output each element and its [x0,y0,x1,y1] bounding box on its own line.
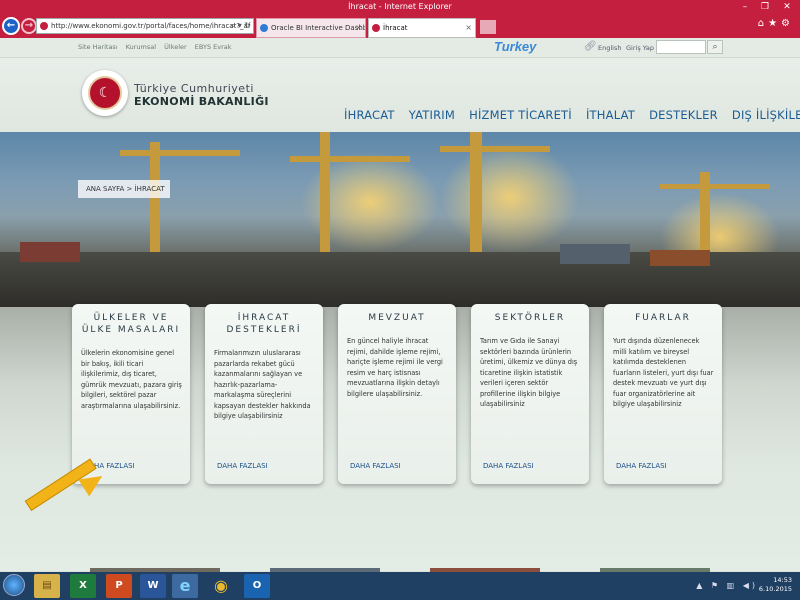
outlook-icon[interactable]: O [244,574,270,598]
org-name-line2: EKONOMİ BAKANLIĞI [134,95,269,108]
address-text: http://www.ekonomi.gov.tr/portal/faces/h… [51,22,251,30]
card-description: Yurt dışında düzenlenecek milli katılım … [613,337,714,408]
org-name-line1: Türkiye Cumhuriyeti [134,82,254,95]
powerpoint-icon[interactable]: P [106,574,132,598]
hero-port-image [0,132,800,307]
nav-ihracat[interactable]: İHRACAT [344,108,395,122]
back-button[interactable]: ← [2,17,20,35]
close-window-button[interactable]: ✕ [778,0,796,14]
site-search-input[interactable] [656,40,706,54]
tab-oracle-bi[interactable]: Oracle BI Interactive Dashboar... × [256,18,366,38]
address-bar[interactable]: http://www.ekonomi.gov.tr/portal/faces/h… [36,18,254,34]
new-tab-button[interactable] [480,20,496,34]
link-ulkeler[interactable]: Ülkeler [164,43,187,51]
card-fuarlar[interactable]: FUARLAR Yurt dışında düzenlenecek milli … [604,304,722,484]
crescent-star-icon: ☾ [88,76,122,110]
link-kurumsal[interactable]: Kurumsal [126,43,156,51]
chrome-icon[interactable]: ◉ [208,574,234,598]
clock-time: 14:53 [773,576,792,584]
ie-page-icon [260,24,268,32]
browser-navbar: ← → http://www.ekonomi.gov.tr/portal/fac… [0,14,800,38]
browser-toolbar-icons[interactable]: ⌂★⚙ [758,18,794,29]
site-favicon-icon [372,24,380,32]
excel-icon[interactable]: X [70,574,96,598]
more-link[interactable]: DAHA FAZLASI [350,462,401,470]
nav-hizmet-ticareti[interactable]: HİZMET TİCARETİ [469,108,572,122]
turkey-brand-logo[interactable]: Turkey [494,39,536,54]
tab-label: Oracle BI Interactive Dashboar... [271,24,366,32]
card-title: SEKTÖRLER [494,313,566,323]
card-ihracat-destekleri[interactable]: İHRACAT DESTEKLERİ Firmalarımızın ulusla… [205,304,323,484]
window-title: İhracat - Internet Explorer [348,2,452,11]
card-title: MEVZUAT [368,313,426,323]
more-link[interactable]: DAHA FAZLASI [483,462,534,470]
card-description: Ülkelerin ekonomisine genel bir bakış, i… [81,349,182,410]
minimize-button[interactable]: – [736,0,754,14]
tab-label: İhracat [383,24,408,32]
window-titlebar: İhracat - Internet Explorer – ❐ ✕ [0,0,800,14]
breadcrumb[interactable]: ANA SAYFA > İHRACAT [78,180,170,198]
start-button[interactable] [3,574,25,596]
system-tray-icons[interactable]: ▲ ⚑ ▥ ◀) [696,581,758,590]
card-description: Firmalarımızın uluslararası pazarlarda r… [214,349,311,420]
main-navigation: İHRACAT YATIRIM HİZMET TİCARETİ İTHALAT … [344,104,800,123]
link-icon: 🔗︎ [584,41,597,52]
clock-date: 6.10.2015 [758,585,792,593]
windows-taskbar: ▤ X P W e ◉ O ▲ ⚑ ▥ ◀) 14:53 6.10.2015 [0,572,800,600]
link-site-map[interactable]: Site Haritası [78,43,118,51]
site-utility-bar: Site Haritası Kurumsal Ülkeler EBYS Evra… [0,38,800,58]
address-tools-icon[interactable]: ⌕ ▾ ↻ [231,19,251,33]
more-link[interactable]: DAHA FAZLASI [616,462,667,470]
utility-links: Site Haritası Kurumsal Ülkeler EBYS Evra… [78,43,238,51]
search-icon[interactable]: ⌕ [707,40,723,54]
site-header: ☾ Türkiye Cumhuriyeti EKONOMİ BAKANLIĞI … [0,58,800,132]
card-ulkeler[interactable]: ÜLKELER VE ÜLKE MASALARI Ülkelerin ekono… [72,304,190,484]
tab-ihracat[interactable]: İhracat × [368,18,476,38]
card-description: Tarım ve Gıda ile Sanayi sektörleri bazı… [480,337,578,408]
card-description: En güncel haliyle ihracat rejimi, dahild… [347,337,443,398]
restore-button[interactable]: ❐ [756,0,774,14]
ministry-emblem-logo[interactable]: ☾ [82,70,128,116]
taskbar-clock[interactable]: 14:53 6.10.2015 [759,576,792,594]
nav-destekler[interactable]: DESTEKLER [649,108,718,122]
link-ebys[interactable]: EBYS Evrak [195,43,232,51]
internet-explorer-icon[interactable]: e [172,574,198,598]
more-link[interactable]: DAHA FAZLASI [217,462,268,470]
tab-close-icon[interactable]: × [465,19,472,37]
site-favicon-icon [40,22,48,30]
forward-button[interactable]: → [21,18,37,34]
tab-close-icon[interactable]: × [355,19,362,37]
nav-dis-iliskiler[interactable]: DIŞ İLİŞKİLER [732,108,800,122]
english-link[interactable]: English [598,44,621,52]
file-explorer-icon[interactable]: ▤ [34,574,60,598]
word-icon[interactable]: W [140,574,166,598]
nav-yatirim[interactable]: YATIRIM [409,108,455,122]
card-title: FUARLAR [635,313,691,323]
nav-ithalat[interactable]: İTHALAT [586,108,635,122]
card-title: ÜLKELER VE ÜLKE MASALARI [81,313,181,335]
card-mevzuat[interactable]: MEVZUAT En güncel haliyle ihracat rejimi… [338,304,456,484]
card-sektorler[interactable]: SEKTÖRLER Tarım ve Gıda ile Sanayi sektö… [471,304,589,484]
card-title: İHRACAT DESTEKLERİ [226,313,302,335]
login-link[interactable]: Giriş Yap [626,44,654,52]
